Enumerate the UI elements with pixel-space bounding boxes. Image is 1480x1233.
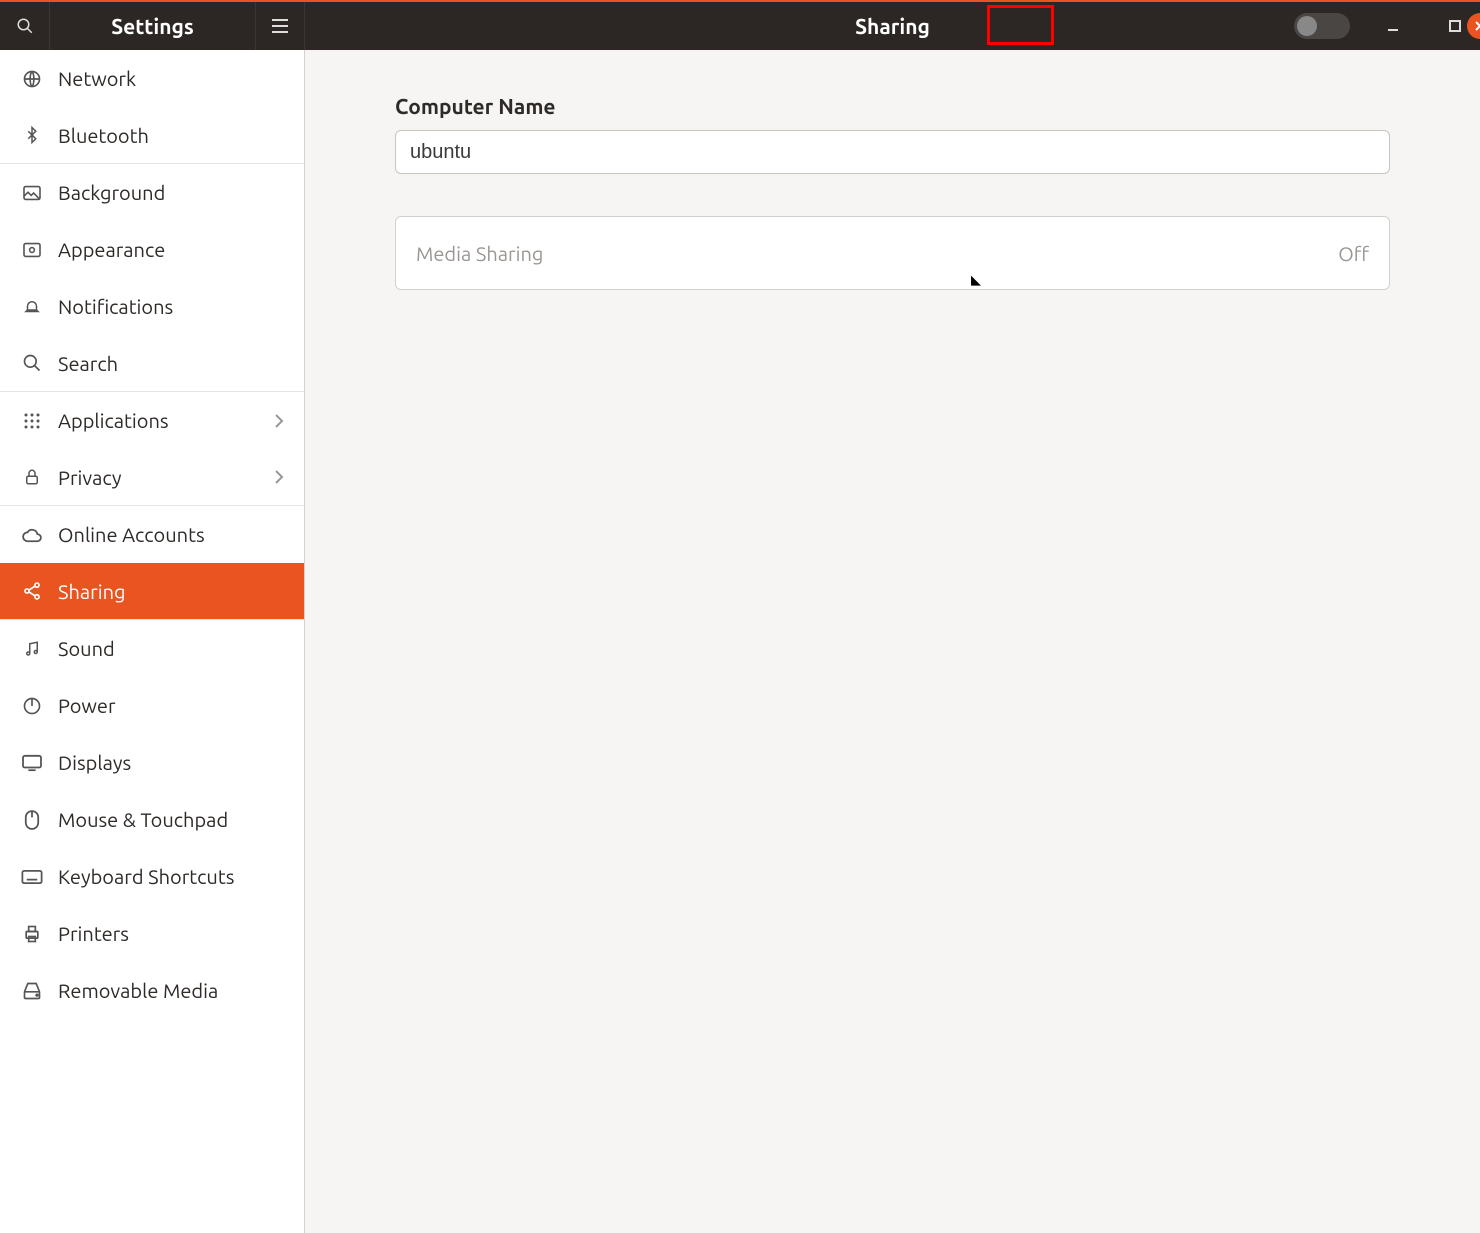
sidebar-item-label: Sharing [58,580,284,603]
chevron-right-icon [274,469,284,485]
window-controls [1294,2,1480,50]
maximize-icon [1449,20,1461,32]
hamburger-menu-button[interactable] [255,2,305,50]
body: Network Bluetooth Background Appearance Noti… [0,50,1480,1233]
sidebar-item-label: Sound [58,637,284,660]
printer-icon [20,922,44,946]
sidebar-item-online-accounts[interactable]: Online Accounts [0,506,304,563]
display-icon [20,751,44,775]
bluetooth-icon [20,123,44,147]
sidebar-item-label: Online Accounts [58,523,284,546]
sidebar-item-keyboard-shortcuts[interactable]: Keyboard Shortcuts [0,848,304,905]
titlebar-right: Sharing [305,2,1480,50]
lock-icon [20,465,44,489]
sharing-master-toggle[interactable] [1294,13,1350,39]
drive-icon [20,979,44,1003]
music-icon [20,637,44,661]
sidebar-item-label: Search [58,352,284,375]
globe-icon [20,67,44,91]
sidebar-item-label: Keyboard Shortcuts [58,865,284,888]
media-sharing-row[interactable]: Media Sharing Off [395,216,1390,290]
sidebar-item-label: Displays [58,751,284,774]
chevron-right-icon [274,413,284,429]
search-button[interactable] [0,2,50,50]
sidebar-item-label: Printers [58,922,284,945]
keyboard-icon [20,865,44,889]
sidebar-item-appearance[interactable]: Appearance [0,221,304,278]
sidebar-item-network[interactable]: Network [0,50,304,107]
settings-title: Settings [50,14,255,38]
sidebar-item-label: Mouse & Touchpad [58,808,284,831]
titlebar-left: Settings [0,2,305,50]
sidebar-item-label: Applications [58,409,274,432]
media-sharing-label: Media Sharing [416,242,1338,265]
search-icon [16,17,34,35]
bell-icon [20,295,44,319]
search-icon [20,351,44,375]
cloud-icon [20,523,44,547]
sidebar-item-sound[interactable]: Sound [0,620,304,677]
grid-icon [20,409,44,433]
sidebar-item-label: Bluetooth [58,124,284,147]
sidebar-item-label: Power [58,694,284,717]
appearance-icon [20,238,44,262]
sidebar-item-mouse-touchpad[interactable]: Mouse & Touchpad [0,791,304,848]
minimize-button[interactable] [1368,2,1418,50]
titlebar: Settings Sharing [0,0,1480,50]
share-icon [20,579,44,603]
toggle-knob [1297,16,1317,36]
sidebar-item-sharing[interactable]: Sharing [0,563,304,620]
main-content: Computer Name Media Sharing Off [305,50,1480,1233]
sidebar-item-privacy[interactable]: Privacy [0,449,304,506]
sidebar-item-displays[interactable]: Displays [0,734,304,791]
sidebar-item-label: Appearance [58,238,284,261]
sidebar-item-label: Background [58,181,284,204]
sidebar-item-notifications[interactable]: Notifications [0,278,304,335]
close-icon [1475,21,1480,31]
sidebar[interactable]: Network Bluetooth Background Appearance Noti… [0,50,305,1233]
picture-icon [20,181,44,205]
sidebar-item-bluetooth[interactable]: Bluetooth [0,107,304,164]
sidebar-item-label: Removable Media [58,979,284,1002]
sidebar-item-power[interactable]: Power [0,677,304,734]
sidebar-item-search[interactable]: Search [0,335,304,392]
sidebar-item-removable-media[interactable]: Removable Media [0,962,304,1019]
mouse-icon [20,808,44,832]
hamburger-icon [271,19,289,33]
computer-name-label: Computer Name [395,94,1390,118]
sidebar-item-label: Notifications [58,295,284,318]
power-icon [20,694,44,718]
minimize-icon [1386,19,1400,33]
sidebar-item-printers[interactable]: Printers [0,905,304,962]
sidebar-item-applications[interactable]: Applications [0,392,304,449]
sidebar-item-label: Privacy [58,466,274,489]
computer-name-input[interactable] [395,130,1390,174]
sidebar-item-label: Network [58,67,284,90]
media-sharing-state: Off [1338,242,1369,265]
page-title: Sharing [855,14,930,38]
sidebar-item-background[interactable]: Background [0,164,304,221]
